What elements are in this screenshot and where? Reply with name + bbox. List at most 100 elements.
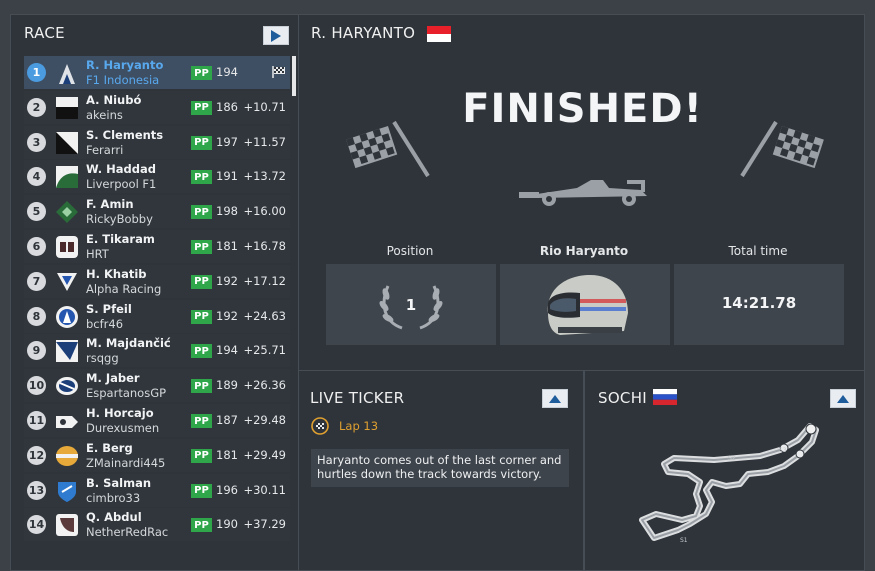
track-sector-label: S2 <box>728 455 736 462</box>
race-standings-row[interactable]: 6 E. Tikaram HRT PP 181 +16.78 <box>24 230 290 263</box>
checkered-flag-left-icon <box>346 120 430 178</box>
race-standings-row[interactable]: 8 S. Pfeil bcfr46 PP 192 +24.63 <box>24 299 290 333</box>
pp-badge: PP <box>191 518 212 533</box>
team-name: Durexusmen <box>86 421 160 435</box>
position-badge: 1 <box>27 63 46 82</box>
position-badge: 12 <box>27 445 46 465</box>
race-standings-row[interactable]: 7 H. Khatib Alpha Racing PP 192 +17.12 <box>24 264 290 298</box>
position-box: 1 <box>326 264 496 345</box>
ticker-message: Haryanto comes out of the last corner an… <box>311 449 569 487</box>
pp-value: 194 <box>216 343 238 358</box>
race-standings-row[interactable]: 9 M. Majdančić rsqgg PP 194 +25.71 <box>24 334 290 368</box>
team-name: cimbro33 <box>86 490 141 505</box>
team-logo-icon <box>57 272 77 291</box>
driver-name: W. Haddad <box>86 162 156 177</box>
gap-to-leader: +25.71 <box>243 343 286 358</box>
race-list-scrollbar[interactable] <box>292 56 296 96</box>
team-name: Liverpool F1 <box>86 177 157 192</box>
pp-value: 192 <box>216 308 238 323</box>
track-sector-label: S3 <box>779 447 787 454</box>
driver-name: F. Amin <box>86 197 134 212</box>
team-logo-icon <box>59 64 75 84</box>
race-standings-row[interactable]: 1 R. Haryanto F1 Indonesia PP 194 <box>24 56 290 89</box>
driver-name: A. Niubó <box>86 92 142 107</box>
position-badge: 9 <box>27 341 46 361</box>
gap-to-leader: +16.00 <box>243 204 286 219</box>
pp-badge: PP <box>191 309 212 324</box>
race-standings-row[interactable]: 13 B. Salman cimbro33 PP 196 +30.11 <box>24 473 290 507</box>
ticker-lap: Lap 13 <box>339 419 379 433</box>
track-map: S1 S2 S3 <box>639 423 819 544</box>
position-badge: 11 <box>27 411 46 430</box>
helmet-box <box>500 264 670 345</box>
pp-value: 181 <box>216 239 238 253</box>
gap-to-leader: +24.63 <box>243 308 286 323</box>
pp-value: 186 <box>216 99 238 114</box>
checkered-flag-right-icon <box>740 120 824 178</box>
team-logo-icon <box>56 445 78 466</box>
pp-value: 189 <box>216 378 238 393</box>
race-standings-row[interactable]: 10 M. Jaber EspartanosGP PP 189 +26.36 <box>24 369 290 403</box>
position-label: Position <box>386 244 434 258</box>
race-standings-row[interactable]: 4 W. Haddad Liverpool F1 PP 191 +13.72 <box>24 160 290 194</box>
driver-name: E. Berg <box>86 440 133 455</box>
team-logo-icon <box>56 131 78 154</box>
gap-to-leader: +29.49 <box>243 447 286 462</box>
position-badge: 2 <box>27 97 46 117</box>
pp-value: 197 <box>216 134 238 149</box>
position-badge: 3 <box>27 132 46 152</box>
position-badge: 13 <box>27 480 46 500</box>
team-logo-icon <box>56 416 78 428</box>
driver-name: H. Horcajo <box>86 406 154 420</box>
track-title: SOCHI <box>598 389 648 407</box>
team-name: bcfr46 <box>86 316 124 331</box>
pp-value: 190 <box>216 517 238 532</box>
indonesia-flag-icon <box>427 26 451 42</box>
checkered-flag-badge-icon <box>311 417 329 435</box>
chevron-up-icon <box>549 394 561 403</box>
gap-to-leader: +29.48 <box>243 413 286 427</box>
race-panel-title: RACE <box>24 24 65 42</box>
team-logo-icon <box>56 514 78 537</box>
race-standings-row[interactable]: 12 E. Berg ZMainardi445 PP 181 +29.49 <box>24 438 290 472</box>
team-logo-icon <box>56 201 78 224</box>
race-standings-row[interactable]: 2 A. Niubó akeins PP 186 +10.71 <box>24 90 290 124</box>
pp-value: 194 <box>216 65 238 79</box>
team-logo-icon <box>58 481 76 502</box>
race-standings-row[interactable]: 14 Q. Abdul NetherRedRac PP 190 +37.29 <box>24 508 290 542</box>
team-name: Alpha Racing <box>86 281 162 296</box>
pp-badge: PP <box>191 414 212 428</box>
chevron-up-icon <box>837 394 849 403</box>
total-time-box: 14:21.78 <box>674 264 844 345</box>
gap-to-leader: +17.12 <box>243 273 286 288</box>
team-name: F1 Indonesia <box>86 73 160 87</box>
play-icon <box>271 29 281 42</box>
position-badge: 7 <box>27 271 46 291</box>
pp-value: 187 <box>216 413 238 427</box>
track-collapse-button[interactable] <box>830 389 856 408</box>
team-name: rsqgg <box>86 351 119 366</box>
driver-name: S. Clements <box>86 127 164 142</box>
team-name: EspartanosGP <box>86 386 167 401</box>
driver-name: M. Jaber <box>86 371 140 386</box>
driver-name: S. Pfeil <box>86 301 132 316</box>
pp-badge: PP <box>191 240 212 254</box>
position-badge: 10 <box>27 376 46 396</box>
team-name: akeins <box>86 107 123 122</box>
race-standings-row[interactable]: 3 S. Clements Ferarri PP 197 +11.57 <box>24 125 290 159</box>
gap-to-leader: +37.29 <box>243 517 286 532</box>
team-name: RickyBobby <box>86 212 153 227</box>
gap-to-leader: +13.72 <box>243 169 286 184</box>
race-expand-button[interactable] <box>263 26 289 45</box>
pp-value: 192 <box>216 273 238 288</box>
race-standings-row[interactable]: 5 F. Amin RickyBobby PP 198 +16.00 <box>24 195 290 229</box>
race-standings-row[interactable]: 11 H. Horcajo Durexusmen PP 187 +29.48 <box>24 404 290 437</box>
team-logo-icon <box>56 236 78 258</box>
pp-badge: PP <box>191 483 212 498</box>
driver-name: M. Majdančić <box>86 336 171 351</box>
pp-badge: PP <box>191 170 212 185</box>
gap-to-leader: +26.36 <box>243 378 286 393</box>
pp-badge: PP <box>191 205 212 220</box>
team-name: HRT <box>86 247 109 261</box>
ticker-collapse-button[interactable] <box>542 389 568 408</box>
